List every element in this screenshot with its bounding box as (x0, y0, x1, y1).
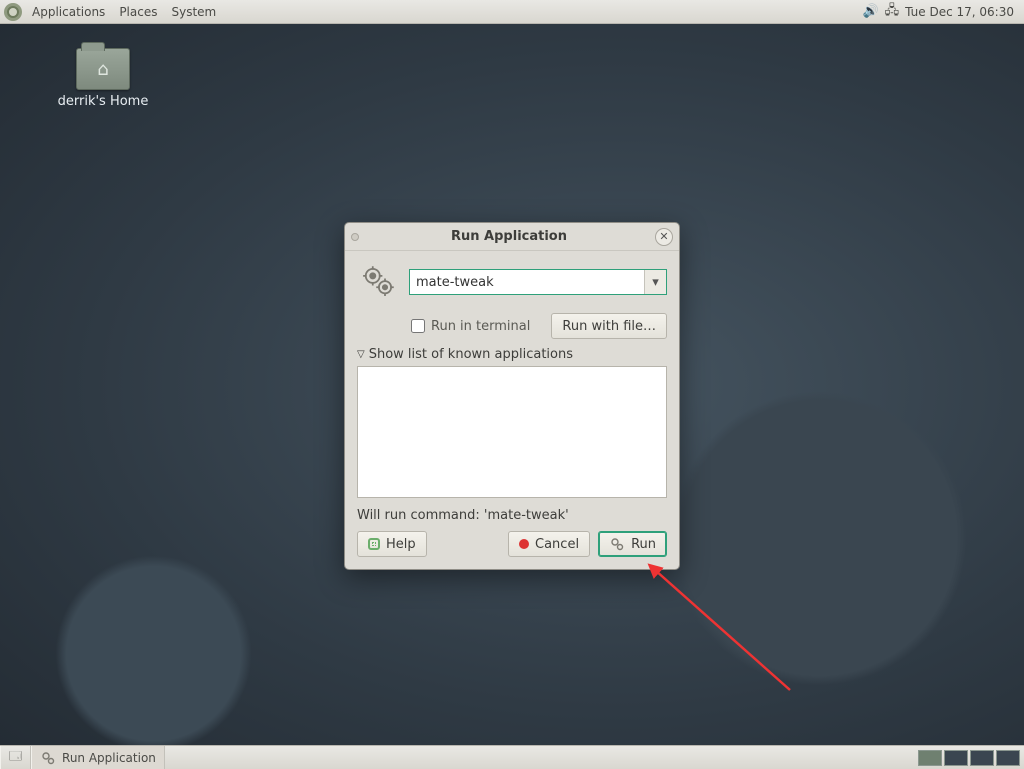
workspace-1[interactable] (918, 750, 942, 766)
command-dropdown-button[interactable]: ▾ (644, 270, 666, 294)
workspace-4[interactable] (996, 750, 1020, 766)
chevron-down-icon: ▾ (652, 275, 659, 290)
mate-logo-icon[interactable] (4, 3, 22, 21)
help-icon (368, 538, 380, 550)
folder-icon: ⌂ (76, 48, 130, 90)
clock[interactable]: Tue Dec 17, 06:30 (905, 5, 1014, 19)
show-desktop-icon: 🗔 (9, 747, 22, 768)
home-folder-icon[interactable]: ⌂ derrik's Home (48, 48, 158, 109)
dialog-titlebar[interactable]: Run Application ✕ (345, 223, 679, 251)
gears-icon (357, 261, 399, 303)
run-with-file-button[interactable]: Run with file… (551, 313, 667, 339)
stop-icon (519, 539, 529, 549)
workspace-2[interactable] (944, 750, 968, 766)
volume-icon[interactable]: 🔊 (862, 4, 878, 19)
window-menu-icon[interactable] (351, 233, 359, 241)
run-in-terminal-checkbox[interactable]: Run in terminal (411, 319, 530, 334)
menu-applications[interactable]: Applications (26, 2, 111, 22)
show-desktop-button[interactable]: 🗔 (0, 746, 31, 769)
run-in-terminal-label: Run in terminal (431, 319, 530, 334)
workspace-3[interactable] (970, 750, 994, 766)
known-apps-expander[interactable]: ▽ Show list of known applications (357, 347, 667, 362)
top-panel: Applications Places System 🔊 🖧 Tue Dec 1… (0, 0, 1024, 24)
bottom-panel: 🗔 Run Application (0, 745, 1024, 769)
run-in-terminal-input[interactable] (411, 319, 425, 333)
command-input[interactable] (410, 270, 644, 294)
command-combo[interactable]: ▾ (409, 269, 667, 295)
network-icon[interactable]: 🖧 (885, 1, 900, 23)
dialog-title: Run Application (363, 229, 655, 244)
home-glyph-icon: ⌂ (77, 49, 129, 89)
cancel-button[interactable]: Cancel (508, 531, 590, 557)
menu-system[interactable]: System (165, 2, 222, 22)
task-gears-icon (40, 750, 56, 766)
close-button[interactable]: ✕ (655, 228, 673, 246)
task-run-application[interactable]: Run Application (31, 746, 165, 769)
workspace-switcher[interactable] (914, 750, 1024, 766)
status-text: Will run command: 'mate-tweak' (357, 508, 667, 523)
expander-label: Show list of known applications (369, 347, 573, 362)
menu-places[interactable]: Places (113, 2, 163, 22)
run-button[interactable]: Run (598, 531, 667, 557)
triangle-down-icon: ▽ (357, 349, 365, 360)
help-button[interactable]: Help (357, 531, 427, 557)
known-apps-list[interactable] (357, 366, 667, 498)
run-gears-icon (609, 536, 625, 552)
home-folder-label: derrik's Home (58, 94, 149, 109)
run-application-dialog: Run Application ✕ ▾ (344, 222, 680, 570)
task-label: Run Application (62, 751, 156, 765)
